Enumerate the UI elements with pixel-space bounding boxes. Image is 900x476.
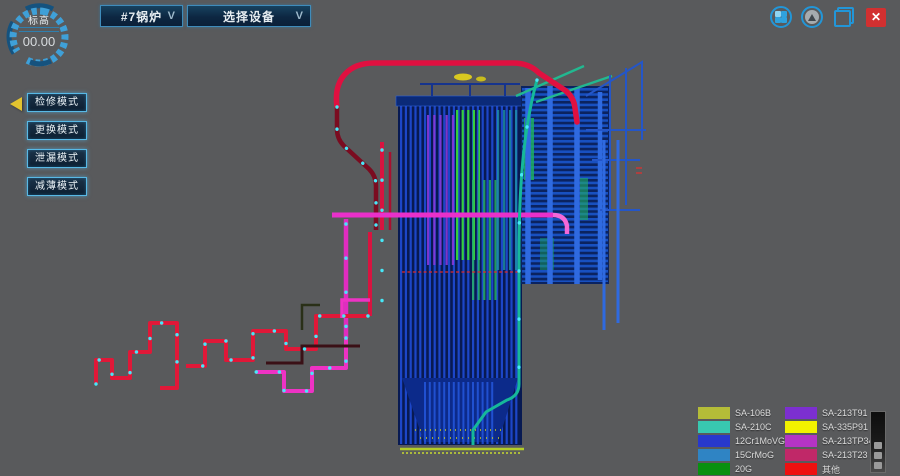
droplet-circle xyxy=(805,10,819,24)
legend-label: SA-335P91 xyxy=(822,422,868,432)
legend-item: 12Cr1MoVG xyxy=(698,435,785,447)
legend-label: SA-210C xyxy=(735,422,772,432)
legend-label: 其他 xyxy=(822,463,840,476)
layers-icon[interactable] xyxy=(834,7,854,27)
scrollbar-notch xyxy=(874,442,882,449)
mode-button-thinning[interactable]: 减薄模式 xyxy=(27,177,87,196)
droplet-shape xyxy=(808,14,816,21)
legend-label: 15CrMoG xyxy=(735,450,774,460)
legend-item: SA-210C xyxy=(698,421,772,433)
legend-swatch xyxy=(698,421,730,433)
elevation-gauge: 标高 00.00 xyxy=(2,0,80,78)
device-select-dropdown[interactable]: 选择设备 V xyxy=(187,5,311,27)
legend-scrollbar[interactable] xyxy=(870,411,886,473)
gauge-value: 00.00 xyxy=(2,34,76,49)
legend-swatch xyxy=(698,463,730,475)
boiler-select-dropdown[interactable]: #7锅炉 V xyxy=(100,5,183,27)
legend-label: SA-213T23 xyxy=(822,450,868,460)
legend-item: SA-213T23 xyxy=(785,449,868,461)
legend-item: 其他 xyxy=(785,463,840,475)
gauge-divider xyxy=(19,27,59,32)
panel-collapse-arrow-icon[interactable] xyxy=(10,97,22,111)
boiler-select-value: #7锅炉 xyxy=(121,8,162,25)
mode-button-overhaul[interactable]: 检修模式 xyxy=(27,93,87,112)
legend-swatch xyxy=(785,435,817,447)
device-select-value: 选择设备 xyxy=(223,8,275,25)
legend-item: SA-335P91 xyxy=(785,421,868,433)
lower-left-pipe-network xyxy=(96,300,370,391)
droplet-view-icon[interactable] xyxy=(801,6,823,28)
legend-swatch xyxy=(698,407,730,419)
legend-item: SA-106B xyxy=(698,407,771,419)
superheater-bank xyxy=(516,66,612,284)
legend-swatch xyxy=(785,407,817,419)
scrollbar-notch xyxy=(874,452,882,459)
gauge-label: 标高 xyxy=(2,12,76,27)
mode-button-leakage[interactable]: 泄漏模式 xyxy=(27,149,87,168)
legend-item: 20G xyxy=(698,463,752,475)
legend-swatch xyxy=(698,435,730,447)
boiler-3d-model[interactable] xyxy=(0,0,900,473)
chevron-down-icon: V xyxy=(168,10,175,22)
legend-swatch xyxy=(785,421,817,433)
dashboard-grid-icon[interactable] xyxy=(770,6,792,28)
legend-swatch xyxy=(785,449,817,461)
material-legend: SA-106B SA-210C 12Cr1MoVG 15CrMoG 20G SA… xyxy=(698,407,894,473)
legend-swatch xyxy=(698,449,730,461)
scrollbar-notch xyxy=(874,462,882,469)
legend-label: SA-213T91 xyxy=(822,408,868,418)
grid-square xyxy=(781,17,787,23)
legend-label: 12Cr1MoVG xyxy=(735,436,785,446)
mode-button-replace[interactable]: 更换模式 xyxy=(27,121,87,140)
chevron-down-icon: V xyxy=(296,10,303,22)
legend-item: 15CrMoG xyxy=(698,449,774,461)
legend-label: SA-106B xyxy=(735,408,771,418)
legend-item: SA-213T91 xyxy=(785,407,868,419)
layer-front xyxy=(834,10,851,27)
close-button[interactable]: ✕ xyxy=(866,8,886,27)
legend-swatch xyxy=(785,463,817,475)
